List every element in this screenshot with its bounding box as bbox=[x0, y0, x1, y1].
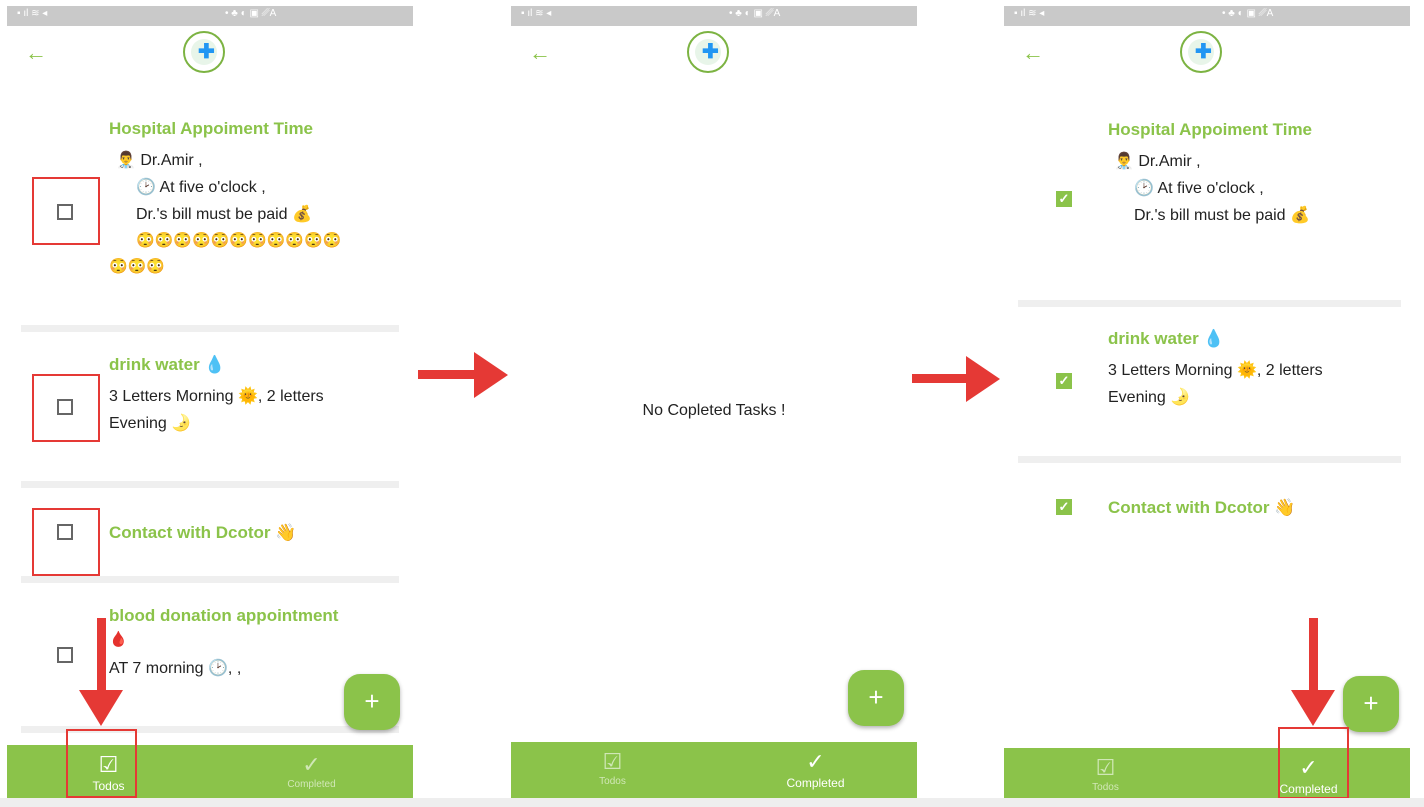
right-arrow-icon bbox=[418, 352, 508, 398]
completed-checkbox[interactable]: ✓ bbox=[1056, 499, 1072, 515]
completed-line: Evening 🌛 bbox=[1108, 389, 1191, 406]
bottom-nav: ☑ Todos ✓ Completed bbox=[511, 742, 917, 798]
status-left: ▪ ıl ≋ ◂ bbox=[521, 8, 552, 19]
back-arrow-icon[interactable]: ← bbox=[529, 42, 551, 64]
completed-line: 3 Letters Morning 🌞, 2 letters bbox=[1108, 362, 1323, 379]
todo-line: 😳😳😳😳😳😳😳😳😳😳😳 bbox=[136, 232, 342, 249]
status-left: ▪ ıl ≋ ◂ bbox=[17, 8, 48, 19]
todos-icon: ☑ bbox=[602, 749, 623, 774]
todo-line: 👨‍⚕️ Dr.Amir , bbox=[116, 152, 203, 169]
add-task-button[interactable]: + bbox=[344, 674, 400, 730]
back-arrow-icon[interactable]: ← bbox=[25, 42, 47, 64]
status-left: ▪ ıl ≋ ◂ bbox=[1014, 8, 1045, 19]
tab-label: Completed bbox=[786, 776, 845, 790]
highlight-box bbox=[32, 177, 100, 245]
check-icon: ✓ bbox=[302, 752, 321, 777]
divider bbox=[1018, 456, 1401, 463]
medical-logo-icon: ✚ bbox=[1180, 31, 1222, 73]
todo-line: 🕑 At five o'clock , bbox=[136, 179, 266, 196]
status-bar: ▪ ıl ≋ ◂ • ♣ ◐ ▣ ␥A bbox=[7, 6, 413, 26]
todo-title: drink water 💧 bbox=[109, 355, 226, 374]
highlight-box bbox=[32, 374, 100, 442]
status-right: • ♣ ◐ ▣ ␥A bbox=[1222, 8, 1274, 19]
completed-title: drink water 💧 bbox=[1108, 329, 1225, 348]
medical-logo-icon: ✚ bbox=[183, 31, 225, 73]
add-task-button[interactable]: + bbox=[1343, 676, 1399, 732]
down-arrow-icon bbox=[79, 618, 123, 726]
todo-line: Evening 🌛 bbox=[109, 415, 192, 432]
check-icon: ✓ bbox=[806, 749, 825, 774]
todo-checkbox[interactable] bbox=[57, 647, 73, 663]
completed-line: Dr.'s bill must be paid 💰 bbox=[1134, 207, 1310, 224]
status-right: • ♣ ◐ ▣ ␥A bbox=[225, 8, 277, 19]
bottom-strip bbox=[0, 798, 1424, 807]
divider bbox=[21, 481, 399, 488]
todo-line: 😳😳😳 bbox=[109, 258, 166, 275]
todos-screen: ▪ ıl ≋ ◂ • ♣ ◐ ▣ ␥A ← ✚ Hospital Appoime… bbox=[7, 6, 413, 798]
add-task-button[interactable]: + bbox=[848, 670, 904, 726]
todo-line: Dr.'s bill must be paid 💰 bbox=[136, 206, 312, 223]
tab-completed[interactable]: ✓ Completed bbox=[714, 742, 917, 798]
tab-label: Todos bbox=[599, 776, 626, 787]
todo-title: Contact with Dcotor 👋 bbox=[109, 523, 297, 542]
tab-todos[interactable]: ☑ Todos bbox=[1004, 748, 1207, 798]
divider bbox=[1018, 300, 1401, 307]
todo-line: AT 7 morning 🕑, , bbox=[109, 660, 242, 677]
completed-screen: ▪ ıl ≋ ◂ • ♣ ◐ ▣ ␥A ← ✚ Hospital Appoime… bbox=[1004, 6, 1410, 798]
divider bbox=[21, 576, 399, 583]
todo-title: Hospital Appoiment Time bbox=[109, 119, 314, 138]
back-arrow-icon[interactable]: ← bbox=[1022, 42, 1044, 64]
tab-label: Completed bbox=[287, 779, 336, 790]
tab-todos[interactable]: ☑ Todos bbox=[511, 742, 714, 798]
todo-line: 3 Letters Morning 🌞, 2 letters bbox=[109, 388, 324, 405]
tab-label: Todos bbox=[1092, 782, 1119, 793]
right-arrow-icon bbox=[912, 356, 1000, 402]
todos-icon: ☑ bbox=[1095, 755, 1116, 780]
todo-title: blood donation appointment bbox=[109, 606, 339, 625]
completed-empty-screen: ▪ ıl ≋ ◂ • ♣ ◐ ▣ ␥A ← ✚ No Copleted Task… bbox=[511, 6, 917, 798]
completed-checkbox[interactable]: ✓ bbox=[1056, 373, 1072, 389]
highlight-box bbox=[1278, 727, 1349, 798]
medical-logo-icon: ✚ bbox=[687, 31, 729, 73]
completed-title: Hospital Appoiment Time bbox=[1108, 120, 1313, 139]
divider bbox=[21, 325, 399, 332]
empty-state-text: No Copleted Tasks ! bbox=[642, 402, 786, 419]
highlight-box bbox=[32, 508, 100, 576]
status-right: • ♣ ◐ ▣ ␥A bbox=[729, 8, 781, 19]
status-bar: ▪ ıl ≋ ◂ • ♣ ◐ ▣ ␥A bbox=[511, 6, 917, 26]
down-arrow-icon bbox=[1291, 618, 1335, 726]
status-bar: ▪ ıl ≋ ◂ • ♣ ◐ ▣ ␥A bbox=[1004, 6, 1410, 26]
completed-title: Contact with Dcotor 👋 bbox=[1108, 498, 1296, 517]
completed-line: 🕑 At five o'clock , bbox=[1134, 180, 1264, 197]
tab-completed[interactable]: ✓ Completed bbox=[210, 745, 413, 798]
bottom-nav: ☑ Todos ✓ Completed bbox=[1004, 748, 1410, 798]
completed-checkbox[interactable]: ✓ bbox=[1056, 191, 1072, 207]
completed-line: 👨‍⚕️ Dr.Amir , bbox=[1114, 153, 1201, 170]
highlight-box bbox=[66, 729, 137, 798]
